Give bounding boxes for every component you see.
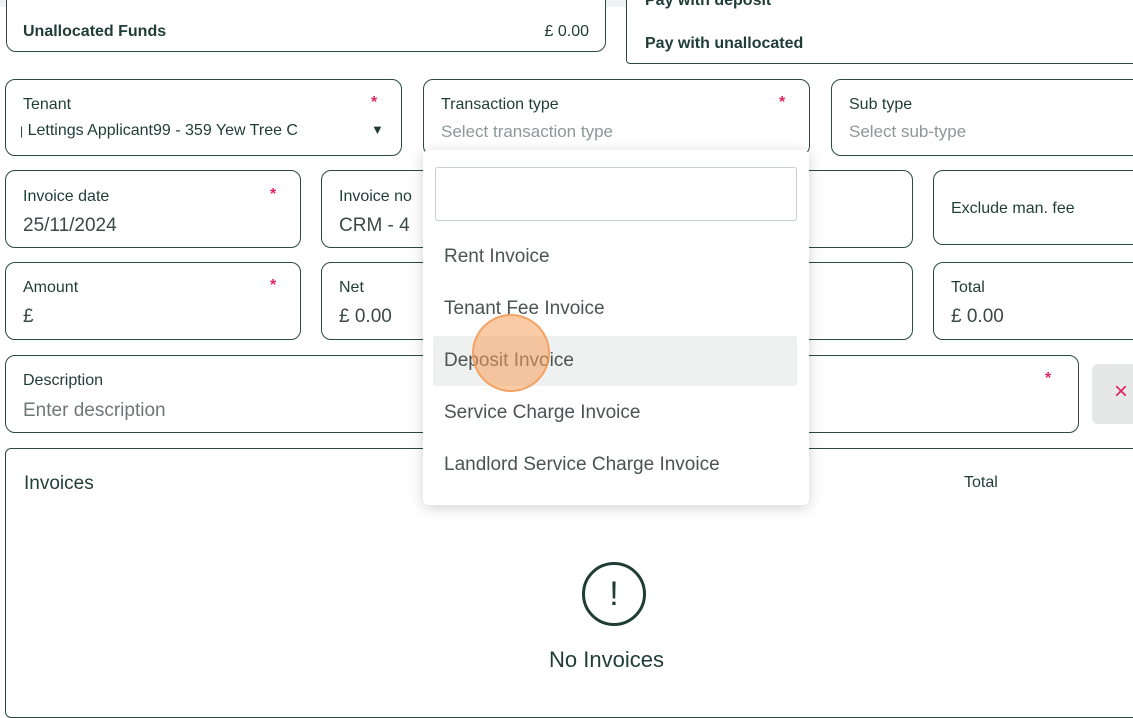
tenant-value-text: Lettings Applicant99 - 359 Yew Tree C [27,122,298,139]
no-invoices-text: No Invoices [549,647,664,672]
invoice-no-label: Invoice no [339,188,412,205]
dropdown-option-landlord-service-charge-invoice[interactable]: Landlord Service Charge Invoice [433,440,797,490]
invoices-title: Invoices [24,473,94,494]
unallocated-funds-label: Unallocated Funds [23,23,167,40]
payment-options-card: Pay with deposit Pay with unallocated [626,0,1133,64]
pay-with-unallocated-option[interactable]: Pay with unallocated [645,35,803,53]
dropdown-option-rent-invoice[interactable]: Rent Invoice [433,232,797,282]
description-placeholder: Enter description [23,400,166,421]
unallocated-funds-card: Unallocated Funds £ 0.00 [6,0,606,52]
invoice-date-value: 25/11/2024 [23,215,117,236]
dropdown-option-tenant-fee-invoice[interactable]: Tenant Fee Invoice [433,284,797,334]
sub-type-label: Sub type [849,96,913,113]
amount-label: Amount [23,279,79,296]
amount-field[interactable]: Amount * £ [5,262,301,340]
description-required-mark: * [1045,370,1052,387]
tenant-required-mark: * [371,94,378,111]
tenant-label: Tenant [23,96,72,113]
tenant-value-bullet: | [20,124,24,138]
pay-with-deposit-option[interactable]: Pay with deposit [645,0,771,10]
total-value: £ 0.00 [951,306,1004,327]
description-label: Description [23,372,104,389]
exclude-man-fee-toggle[interactable]: Exclude man. fee [933,170,1133,245]
chevron-down-icon: ▼ [371,122,384,137]
net-value: £ 0.00 [339,306,392,327]
transaction-type-required-mark: * [779,94,786,111]
net-label: Net [339,279,364,296]
sub-type-placeholder: Select sub-type [849,122,967,141]
invoice-date-field[interactable]: Invoice date * 25/11/2024 [5,170,301,248]
exclude-man-fee-label: Exclude man. fee [951,200,1075,217]
transaction-type-select[interactable]: Transaction type * Select transaction ty… [423,79,810,156]
dropdown-option-deposit-invoice[interactable]: Deposit Invoice [433,336,797,386]
amount-required-mark: * [270,277,277,294]
amount-value: £ [23,306,34,327]
dropdown-option-service-charge-invoice[interactable]: Service Charge Invoice [433,388,797,438]
transaction-type-label: Transaction type [441,96,559,113]
alert-circle-icon: ! [582,562,646,626]
tenant-value: | Lettings Applicant99 - 359 Yew Tree C [20,122,298,140]
total-label: Total [951,279,985,296]
invoices-total-header: Total [964,474,998,491]
sub-type-select[interactable]: Sub type Select sub-type [831,79,1133,156]
invoice-date-label: Invoice date [23,188,110,205]
dropdown-search-input[interactable] [435,167,797,221]
transaction-type-placeholder: Select transaction type [441,122,613,141]
transaction-type-dropdown: Rent Invoice Tenant Fee Invoice Deposit … [423,150,809,505]
remove-line-button[interactable]: × [1092,364,1133,424]
total-field: Total £ 0.00 [933,262,1133,340]
unallocated-funds-value: £ 0.00 [544,23,589,40]
invoice-no-value: CRM - 4 [339,215,410,236]
close-icon: × [1114,378,1129,405]
invoice-date-required-mark: * [270,186,277,203]
tenant-select[interactable]: Tenant * | Lettings Applicant99 - 359 Ye… [5,79,402,156]
